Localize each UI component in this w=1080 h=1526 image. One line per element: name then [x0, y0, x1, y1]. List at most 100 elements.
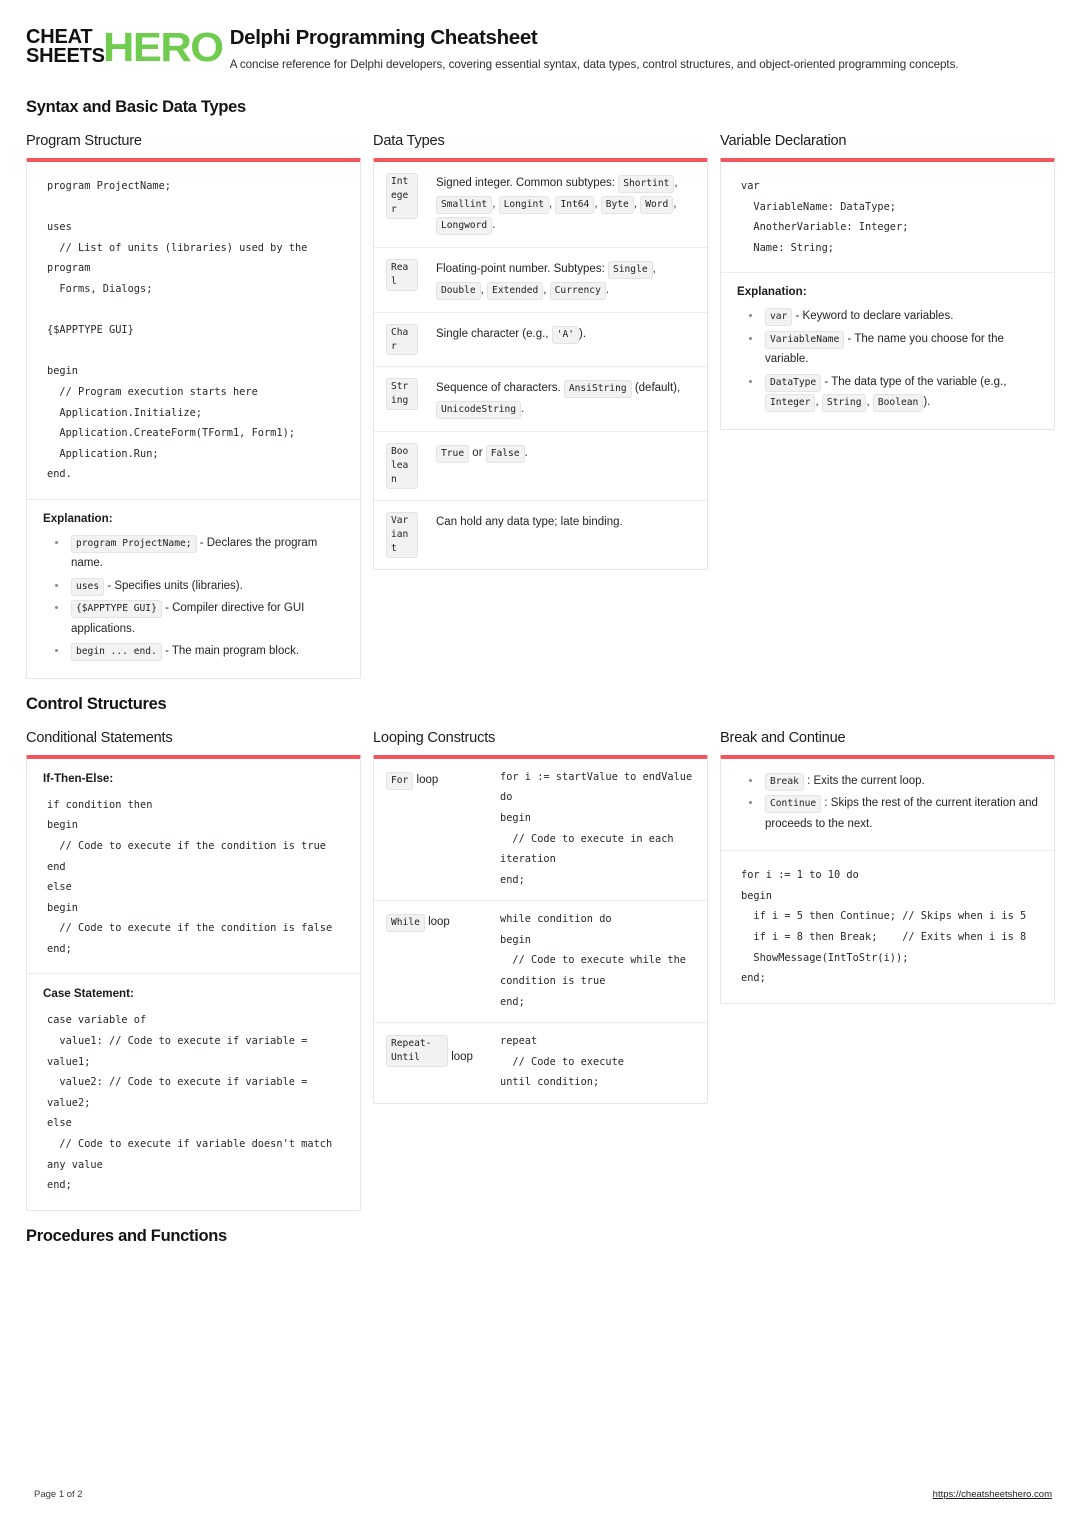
table-row: While loop while condition do begin // Co… — [374, 900, 707, 1024]
if-then-else-code: if condition then begin // Code to execu… — [47, 798, 333, 955]
data-types-rows: Integer Signed integer. Common subtypes: … — [374, 162, 707, 569]
code-chip: False — [485, 445, 525, 464]
column-data-types: Data Types Integer Signed integer. Common… — [373, 133, 708, 570]
code-chip: String — [386, 378, 418, 411]
code-chip: Byte — [600, 195, 634, 214]
control-columns: Conditional Statements If-Then-Else: if … — [26, 730, 1055, 1211]
code-chip: begin ... end. — [71, 643, 162, 662]
card-program-structure: program ProjectName; uses // List of uni… — [26, 158, 361, 679]
code-chip: uses — [71, 577, 105, 596]
data-type-description: Single character (e.g., 'A'). — [426, 312, 707, 368]
card-variable-declaration: var VariableName: DataType; AnotherVaria… — [720, 158, 1055, 430]
card-title-program-structure: Program Structure — [26, 133, 142, 150]
data-types-table: Integer Signed integer. Common subtypes: … — [374, 162, 707, 569]
list-item: begin ... end. - The main program block. — [55, 641, 344, 662]
list-item: Break : Exits the current loop. — [749, 771, 1038, 791]
card-title-break-and-continue: Break and Continue — [720, 729, 846, 746]
case-statement-code: case variable of value1: // Code to exec… — [47, 1014, 333, 1192]
code-chip: Variant — [386, 512, 418, 558]
variable-declaration-code: var VariableName: DataType; AnotherVaria… — [741, 180, 909, 254]
code-chip: Longint — [498, 195, 550, 214]
column-variable-declaration: Variable Declaration var VariableName: D… — [720, 133, 1055, 430]
code-chip: Boolean — [872, 394, 924, 413]
table-row: Repeat-Until loop repeat // Code to execu… — [374, 1023, 707, 1103]
variable-declaration-explanation: Explanation: var - Keyword to declare va… — [721, 272, 1054, 428]
code-chip: 'A' — [551, 325, 580, 344]
code-chip: Double — [436, 281, 481, 300]
page-subtitle: A concise reference for Delphi developer… — [229, 57, 959, 71]
section-title-procedures-and-functions: Procedures and Functions — [26, 1226, 227, 1245]
column-break-and-continue: Break and Continue Break : Exits the cur… — [720, 730, 1055, 1004]
break-continue-divider: for i := 1 to 10 do begin if i = 5 then … — [721, 850, 1054, 1003]
card-conditional-statements: If-Then-Else: if condition then begin //… — [26, 754, 361, 1211]
card-looping-constructs: For loop for i := startValue to endValue … — [373, 754, 708, 1105]
data-type-name: Char — [374, 312, 426, 368]
data-type-name: Integer — [374, 162, 426, 248]
code-chip: VariableName — [765, 330, 845, 349]
site-url-link[interactable]: https://cheatsheetshero.com — [933, 1489, 1052, 1500]
code-chip: Word — [640, 195, 674, 214]
break-continue-explanation: Break : Exits the current loop. Continue … — [721, 759, 1054, 850]
table-row: For loop for i := startValue to endValue … — [374, 758, 707, 902]
list-item: uses - Specifies units (libraries). — [55, 576, 344, 596]
code-chip: Char — [386, 323, 418, 356]
code-chip: Boolean — [386, 443, 418, 489]
conditional-divider: Case Statement: case variable of value1:… — [27, 973, 360, 1209]
code-chip: DataType — [765, 373, 822, 392]
code-chip: Integer — [386, 173, 418, 219]
code-chip: Continue — [765, 795, 822, 814]
data-type-name: Boolean — [374, 431, 426, 501]
loop-kind-label: For loop — [374, 758, 492, 902]
card-data-types: Integer Signed integer. Common subtypes: … — [373, 158, 708, 570]
data-type-description: Can hold any data type; late binding. — [436, 516, 623, 528]
list-item: Continue : Skips the rest of the current… — [749, 793, 1038, 834]
card-title-variable-declaration: Variable Declaration — [720, 133, 847, 150]
code-chip: Currency — [549, 281, 606, 300]
data-type-name: Real — [374, 247, 426, 313]
brand-hero-word: HERO — [102, 24, 224, 71]
brand-line-2: SHEETS — [26, 45, 105, 68]
brand-logo-words: CHEAT SHEETS — [26, 27, 105, 68]
break-continue-bullets: Break : Exits the current loop. Continue … — [737, 771, 1038, 834]
syntax-columns: Program Structure program ProjectName; u… — [26, 133, 1055, 679]
break-continue-code: for i := 1 to 10 do begin if i = 5 then … — [741, 869, 1027, 985]
program-structure-bullets: program ProjectName; - Declares the prog… — [43, 533, 344, 662]
code-chip: Real — [386, 258, 418, 291]
data-type-description: Floating-point number. Subtypes: Single,… — [426, 247, 707, 313]
table-row: Real Floating-point number. Subtypes: Sin… — [374, 247, 707, 313]
section-title-syntax: Syntax and Basic Data Types — [26, 98, 246, 117]
column-looping-constructs: Looping Constructs For loop for i := star… — [373, 730, 708, 1105]
page-header: CHEAT SHEETS HERO Delphi Programming Che… — [26, 26, 1054, 72]
brand-logo: CHEAT SHEETS HERO — [26, 26, 224, 68]
card-title-data-types: Data Types — [373, 133, 445, 150]
code-chip: {$APPTYPE GUI} — [71, 600, 162, 619]
card-break-and-continue: Break : Exits the current loop. Continue … — [720, 754, 1055, 1004]
loop-code: repeat // Code to execute until conditio… — [500, 1035, 624, 1089]
loop-code: for i := startValue to endValue do begin… — [500, 770, 693, 886]
code-chip: Extended — [487, 281, 544, 300]
explanation-heading: Explanation: — [43, 511, 113, 525]
code-chip: Int64 — [555, 195, 595, 214]
code-chip: Integer — [765, 394, 816, 413]
program-structure-explanation: Explanation: program ProjectName; - Decl… — [27, 498, 360, 678]
code-chip: program ProjectName; — [71, 534, 197, 553]
program-structure-code: program ProjectName; uses // List of uni… — [47, 180, 308, 481]
looping-table: For loop for i := startValue to endValue … — [374, 758, 707, 1103]
code-chip: AnsiString — [563, 380, 632, 399]
code-chip: For — [386, 771, 414, 790]
loop-kind-label: While loop — [374, 900, 492, 1024]
page-number: Page 1 of 2 — [34, 1489, 83, 1500]
list-item: program ProjectName; - Declares the prog… — [55, 533, 344, 574]
code-chip: var — [765, 308, 793, 327]
loop-code-cell: repeat // Code to execute until conditio… — [492, 1023, 707, 1103]
data-type-description: Signed integer. Common subtypes: Shortin… — [426, 162, 707, 248]
code-chip: Single — [607, 260, 653, 279]
table-row: Boolean True or False. — [374, 431, 707, 501]
code-chip: Smallint — [436, 195, 493, 214]
data-type-description: Sequence of characters. AnsiString (defa… — [426, 366, 707, 433]
table-row: String Sequence of characters. AnsiString… — [374, 366, 707, 433]
explanation-heading: Explanation: — [737, 285, 807, 299]
table-row: Integer Signed integer. Common subtypes: … — [374, 162, 707, 248]
variable-declaration-bullets: var - Keyword to declare variables. Varia… — [737, 306, 1038, 413]
data-type-name: String — [374, 366, 426, 433]
